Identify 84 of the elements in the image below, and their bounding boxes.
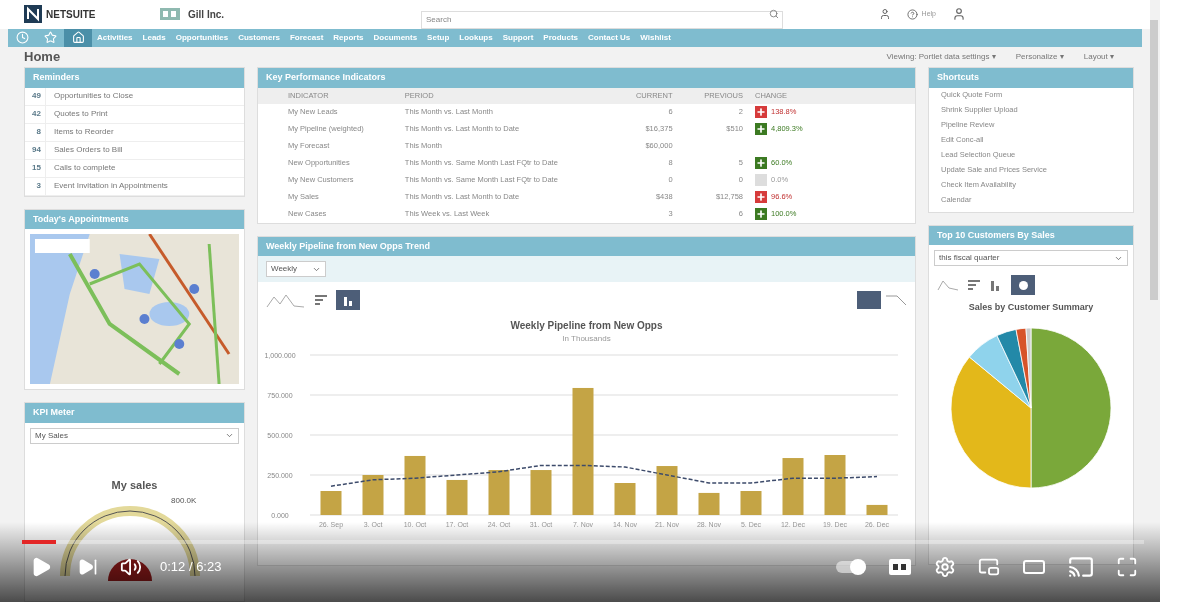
bar-chart-icon[interactable] <box>314 293 328 307</box>
page-title: Home <box>24 48 61 67</box>
nav-tab[interactable]: Opportunities <box>170 28 234 47</box>
nav-tab[interactable]: Support <box>497 28 539 47</box>
dropdown[interactable]: My Sales <box>30 427 239 444</box>
logo-icon <box>24 5 42 24</box>
portlet-header: Shortcuts <box>929 68 1133 88</box>
bar <box>698 492 720 515</box>
bar <box>320 491 342 515</box>
trend-toggle-button[interactable] <box>857 291 881 309</box>
reminder-link[interactable]: Items to Reorder <box>45 123 114 141</box>
chart-title: Weekly Pipeline from New Opps <box>509 319 664 333</box>
gauge-title: My sales <box>110 477 159 493</box>
pie-chart-button[interactable] <box>1011 275 1035 295</box>
reminder-count: 94 <box>31 144 42 156</box>
help-icon[interactable] <box>906 8 918 20</box>
reminder-count: 8 <box>35 126 42 138</box>
nav-tab[interactable]: Setup <box>422 28 455 47</box>
bar <box>530 470 552 515</box>
company-name: Gill Inc. <box>188 7 225 22</box>
portlet-header: Top 10 Customers By Sales <box>929 225 1133 245</box>
column-chart-button[interactable] <box>336 290 360 310</box>
nav-tab[interactable]: Contact Us <box>583 28 636 47</box>
bar <box>740 491 762 515</box>
page-option-link[interactable]: Personalize ▾ <box>1015 50 1064 63</box>
nav-tab[interactable]: Documents <box>368 28 423 47</box>
chart-subtitle: In Thousands <box>561 333 612 345</box>
reminder-link[interactable]: Opportunities to Close <box>45 87 134 105</box>
next-icon[interactable] <box>78 557 98 577</box>
miniplayer-icon[interactable] <box>978 556 1000 578</box>
scrollbar-thumb[interactable] <box>1150 20 1158 300</box>
portlet-header: Weekly Pipeline from New Opps Trend <box>258 236 915 256</box>
page-option-link[interactable]: Viewing: Portlet data settings ▾ <box>886 50 996 63</box>
nav-tab[interactable]: Lookups <box>454 28 498 47</box>
bar <box>362 475 384 515</box>
bar <box>782 458 804 515</box>
nav-tab[interactable]: Leads <box>137 28 171 47</box>
reminder-link[interactable]: Calls to complete <box>45 159 116 177</box>
time-display: 0:12 / 6:23 <box>160 558 222 577</box>
reminder-link[interactable]: Sales Orders to Bill <box>45 141 123 159</box>
gauge-reading: 800.0K <box>171 495 197 507</box>
bar <box>656 466 678 515</box>
bar-chart-icon[interactable] <box>967 278 981 292</box>
logo-text: NETSUITE <box>46 7 96 22</box>
bar <box>446 479 468 515</box>
bar <box>824 455 846 515</box>
bar <box>488 470 510 515</box>
nav-tab[interactable]: Wishlist <box>635 28 676 47</box>
line-chart-icon[interactable] <box>937 278 959 292</box>
search-icon[interactable] <box>769 9 779 20</box>
page-option-link[interactable]: Layout ▾ <box>1083 50 1114 63</box>
settings-icon[interactable] <box>934 556 956 578</box>
volume-icon[interactable] <box>120 556 142 578</box>
user-switch-icon[interactable] <box>878 8 891 21</box>
caret-icon <box>225 431 234 440</box>
portlet-header: Key Performance Indicators <box>258 68 915 88</box>
bar <box>404 455 426 515</box>
bar <box>866 504 888 515</box>
user-avatar-icon[interactable] <box>952 7 966 22</box>
portlet-header: Today's Appointments <box>25 209 244 229</box>
reminder-count: 42 <box>31 108 42 120</box>
reminder-link[interactable]: Quotes to Print <box>45 105 108 123</box>
nav-tab[interactable]: Customers <box>233 28 285 47</box>
reminder-count: 49 <box>31 90 42 102</box>
dropdown[interactable]: this fiscal quarter <box>934 250 1128 266</box>
portlet-header: KPI Meter <box>25 403 244 423</box>
reminder-link[interactable]: Event Invitation in Appointments <box>45 177 168 195</box>
chart-title: Sales by Customer Summary <box>967 301 1095 314</box>
reminder-count: 15 <box>31 162 42 174</box>
reminder-count: 3 <box>35 180 42 192</box>
nav-tab[interactable]: Forecast <box>284 28 329 47</box>
autoplay-toggle[interactable] <box>836 561 866 573</box>
line-toggle-icon[interactable] <box>885 293 907 307</box>
nav-tab[interactable]: Activities <box>92 28 138 47</box>
fullscreen-icon[interactable] <box>1116 556 1138 578</box>
captions-icon[interactable] <box>888 558 912 576</box>
portlet-header: Reminders <box>25 68 244 88</box>
bar <box>614 483 636 515</box>
search-field[interactable]: Search <box>421 10 783 29</box>
dropdown[interactable]: Weekly <box>266 261 326 277</box>
nav-tab[interactable]: Products <box>538 28 584 47</box>
cast-icon[interactable] <box>1068 554 1094 580</box>
nav-tab[interactable]: Reports <box>328 28 369 47</box>
company-logo-icon <box>160 8 180 21</box>
